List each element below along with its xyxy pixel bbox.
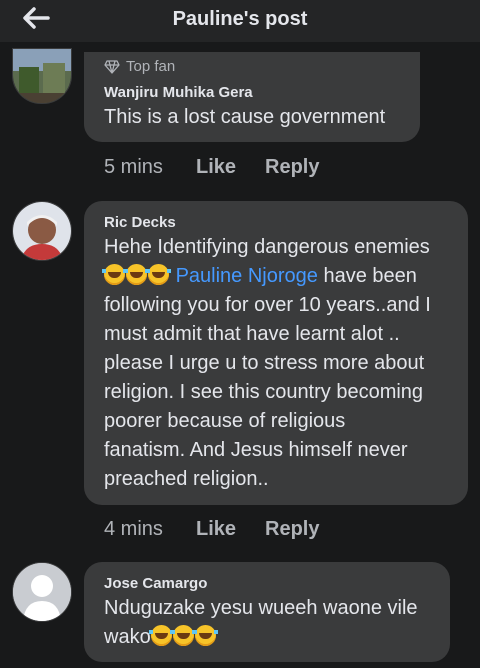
like-button[interactable]: Like bbox=[196, 156, 236, 179]
comment-text: Hehe Identifying dangerous enemies Pauli… bbox=[102, 233, 468, 494]
like-button[interactable]: Like bbox=[196, 518, 236, 541]
avatar[interactable] bbox=[12, 201, 72, 261]
rolling-on-floor-laughing-emoji bbox=[102, 264, 127, 285]
comment-line: preached religion.. bbox=[104, 468, 269, 490]
comment-text: This is a lost cause government bbox=[104, 106, 386, 128]
face-with-tears-of-joy-emoji bbox=[148, 625, 174, 646]
comment-line: wako bbox=[104, 623, 418, 652]
comment-text-fragment: have been bbox=[317, 265, 417, 287]
avatar[interactable] bbox=[12, 48, 72, 104]
comment-bubble[interactable]: Top fan Wanjiru Muhika Gera This is a lo… bbox=[84, 52, 420, 142]
comment-time: 4 mins bbox=[104, 518, 163, 540]
diamond-icon bbox=[104, 59, 120, 74]
page-title: Pauline's post bbox=[172, 8, 308, 30]
top-fan-badge: Top fan bbox=[104, 58, 175, 75]
comment-line: Nduguzake yesu wueeh waone vile bbox=[104, 597, 418, 619]
comment-line: fanatism. And Jesus himself never bbox=[104, 439, 408, 461]
rolling-on-floor-laughing-emoji bbox=[124, 264, 149, 285]
comment-author[interactable]: Ric Decks bbox=[104, 214, 176, 231]
comment-time: 5 mins bbox=[104, 156, 163, 178]
avatar[interactable] bbox=[12, 562, 72, 622]
comment-line: please I urge u to stress more about bbox=[104, 352, 425, 374]
badge-label: Top fan bbox=[126, 58, 176, 75]
comment-line: Hehe Identifying dangerous enemies bbox=[104, 236, 430, 258]
comment-author[interactable]: Wanjiru Muhika Gera bbox=[104, 84, 253, 101]
comment-text: Nduguzake yesu wueeh waone vile wako bbox=[104, 594, 418, 652]
face-with-tears-of-joy-emoji bbox=[192, 625, 218, 646]
rolling-on-floor-laughing-emoji bbox=[146, 264, 171, 285]
comment-bubble[interactable]: Jose Camargo Nduguzake yesu wueeh waone … bbox=[84, 562, 450, 662]
comment-line: following you for over 10 years..and I bbox=[104, 294, 431, 316]
comment-line: must admit that have learnt alot .. bbox=[104, 323, 400, 345]
mention-link[interactable]: Pauline Njoroge bbox=[176, 265, 318, 287]
face-with-tears-of-joy-emoji bbox=[170, 625, 196, 646]
comment-bubble[interactable]: Ric Decks Hehe Identifying dangerous ene… bbox=[84, 201, 468, 505]
comment-line: religion. I see this country becoming bbox=[104, 381, 424, 403]
reply-button[interactable]: Reply bbox=[265, 518, 319, 541]
comment-text-fragment: wako bbox=[104, 626, 151, 648]
comment-line: poorer because of religious bbox=[104, 410, 346, 432]
reply-button[interactable]: Reply bbox=[265, 156, 319, 179]
comment-line: Pauline Njoroge have been bbox=[102, 262, 468, 291]
top-bar: Pauline's post bbox=[0, 0, 480, 42]
comment-author[interactable]: Jose Camargo bbox=[104, 575, 207, 592]
